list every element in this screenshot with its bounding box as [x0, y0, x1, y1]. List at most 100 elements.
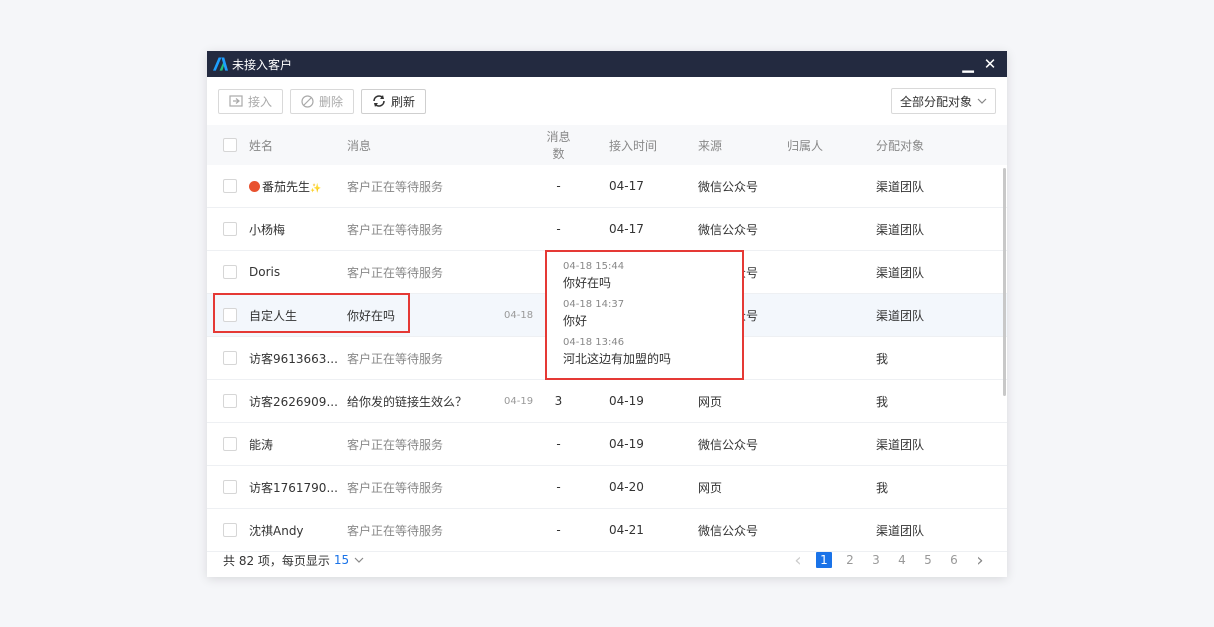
page-3-button[interactable]: 3	[863, 553, 889, 567]
preview-message: 04-18 14:37 你好	[563, 298, 726, 330]
row-count: -	[556, 437, 561, 451]
toolbar: 接入 删除 刷新 全部分配对象	[207, 77, 1007, 125]
row-source: 微信公众号	[698, 179, 759, 194]
connect-icon	[229, 95, 243, 107]
row-assign: 渠道团队	[876, 523, 925, 538]
row-name: 沈祺Andy	[249, 523, 304, 538]
row-message: 客户正在等待服务	[347, 437, 444, 452]
table-footer: 共 82 项，每页显示 15 ‹ 1 2 3 4 5 6 ›	[207, 543, 1007, 577]
row-checkbox[interactable]	[223, 351, 237, 365]
row-message: 客户正在等待服务	[347, 480, 444, 495]
row-checkbox[interactable]	[223, 265, 237, 279]
assign-filter-select[interactable]: 全部分配对象	[891, 88, 996, 114]
row-date: 04-21	[609, 523, 644, 537]
pagination: ‹ 1 2 3 4 5 6 ›	[785, 543, 993, 577]
delete-button[interactable]: 删除	[290, 88, 355, 114]
preview-message-text: 河北这边有加盟的吗	[563, 352, 672, 366]
table-row[interactable]: 访客2626909... 给你发的链接生效么？ 04-19 3 04-19 网页 我	[207, 380, 1007, 423]
preview-message-time: 04-18 13:46	[563, 337, 625, 348]
row-date: 04-19	[609, 437, 644, 451]
window-title: 未接入客户	[232, 57, 293, 72]
row-message: 客户正在等待服务	[347, 523, 444, 538]
row-source: 微信公众号	[698, 222, 759, 237]
row-count: -	[556, 179, 561, 193]
row-checkbox[interactable]	[223, 394, 237, 408]
row-name: 访客9613663...	[249, 351, 338, 366]
row-source: 微信公众号	[698, 437, 759, 452]
header-name[interactable]: 姓名	[249, 137, 347, 154]
row-count: 3	[554, 394, 563, 408]
row-source: 网页	[698, 394, 723, 409]
total-count-text: 共 82 项，每页显示	[223, 553, 330, 568]
table-row[interactable]: 访客1761790... 客户正在等待服务 - 04-20 网页 我	[207, 466, 1007, 509]
row-date: 04-19	[609, 394, 644, 408]
delete-icon	[301, 94, 314, 108]
row-message-time: 04-19	[504, 395, 534, 407]
row-message-time: 04-18	[504, 309, 534, 321]
row-assign: 我	[876, 480, 889, 495]
chevron-down-icon[interactable]	[354, 557, 364, 563]
row-assign: 渠道团队	[876, 437, 925, 452]
table-row[interactable]: 能涛 客户正在等待服务 - 04-19 微信公众号 渠道团队	[207, 423, 1007, 466]
row-assign: 渠道团队	[876, 265, 925, 280]
row-name: 访客1761790...	[249, 480, 338, 495]
row-name: 番茄先生✨	[249, 178, 347, 195]
delete-label: 删除	[319, 94, 344, 109]
row-assign: 我	[876, 351, 889, 366]
header-message[interactable]: 消息	[347, 137, 504, 154]
header-assign[interactable]: 分配对象	[876, 137, 956, 154]
header-owner[interactable]: 归属人	[787, 137, 876, 154]
highlight-box	[213, 293, 410, 333]
header-source[interactable]: 来源	[698, 137, 787, 154]
row-assign: 渠道团队	[876, 179, 925, 194]
row-source: 网页	[698, 480, 723, 495]
page-4-button[interactable]: 4	[889, 553, 915, 567]
close-button[interactable]: ✕	[979, 51, 1001, 77]
preview-message: 04-18 13:46 河北这边有加盟的吗	[563, 336, 726, 368]
row-count: -	[556, 222, 561, 236]
assign-filter-value: 全部分配对象	[900, 94, 973, 109]
row-checkbox[interactable]	[223, 179, 237, 193]
table-row[interactable]: 番茄先生✨ 客户正在等待服务 -04-17 微信公众号 渠道团队	[207, 165, 1007, 208]
chevron-down-icon	[977, 98, 987, 104]
page-5-button[interactable]: 5	[915, 553, 941, 567]
refresh-button[interactable]: 刷新	[361, 88, 427, 114]
tomato-emoji-icon	[249, 180, 260, 192]
connect-button[interactable]: 接入	[218, 88, 284, 114]
page-6-button[interactable]: 6	[941, 553, 967, 567]
page-size-select[interactable]: 15	[334, 553, 349, 567]
table-header: 姓名 消息 消息数 接入时间 来源 归属人 分配对象	[207, 125, 1007, 165]
prev-page-icon[interactable]: ‹	[785, 550, 811, 571]
row-count: -	[556, 480, 561, 494]
refresh-icon	[373, 95, 385, 107]
row-name: Doris	[249, 265, 281, 279]
preview-message-text: 你好	[563, 314, 588, 328]
row-checkbox[interactable]	[223, 222, 237, 236]
next-page-icon[interactable]: ›	[967, 550, 993, 571]
row-assign: 渠道团队	[876, 222, 925, 237]
preview-message-time: 04-18 15:44	[563, 261, 625, 272]
row-name-text: 番茄先生	[262, 179, 311, 194]
title-bar: 未接入客户 ▁ ✕	[207, 51, 1007, 77]
row-name: 访客2626909...	[249, 394, 338, 409]
header-count[interactable]: 消息数	[542, 128, 575, 162]
page-2-button[interactable]: 2	[837, 553, 863, 567]
row-checkbox[interactable]	[223, 523, 237, 537]
row-checkbox[interactable]	[223, 437, 237, 451]
row-assign: 我	[876, 394, 889, 409]
message-preview-tooltip: 04-18 15:44 你好在吗 04-18 14:37 你好 04-18 13:46 河…	[545, 250, 744, 380]
refresh-label: 刷新	[391, 94, 416, 109]
header-date[interactable]: 接入时间	[575, 137, 698, 154]
connect-label: 接入	[248, 94, 273, 109]
scrollbar[interactable]	[1003, 168, 1006, 396]
table-row[interactable]: 小杨梅 客户正在等待服务 - 04-17 微信公众号 渠道团队	[207, 208, 1007, 251]
page-1-button[interactable]: 1	[816, 552, 832, 568]
row-message: 客户正在等待服务	[347, 265, 444, 280]
row-message: 给你发的链接生效么？	[347, 394, 468, 409]
preview-message-time: 04-18 14:37	[563, 299, 625, 310]
select-all-checkbox[interactable]	[223, 138, 237, 152]
row-checkbox[interactable]	[223, 480, 237, 494]
minimize-button[interactable]: ▁	[957, 51, 979, 77]
row-date: 04-17	[609, 222, 644, 236]
row-date: 04-17	[609, 179, 644, 193]
